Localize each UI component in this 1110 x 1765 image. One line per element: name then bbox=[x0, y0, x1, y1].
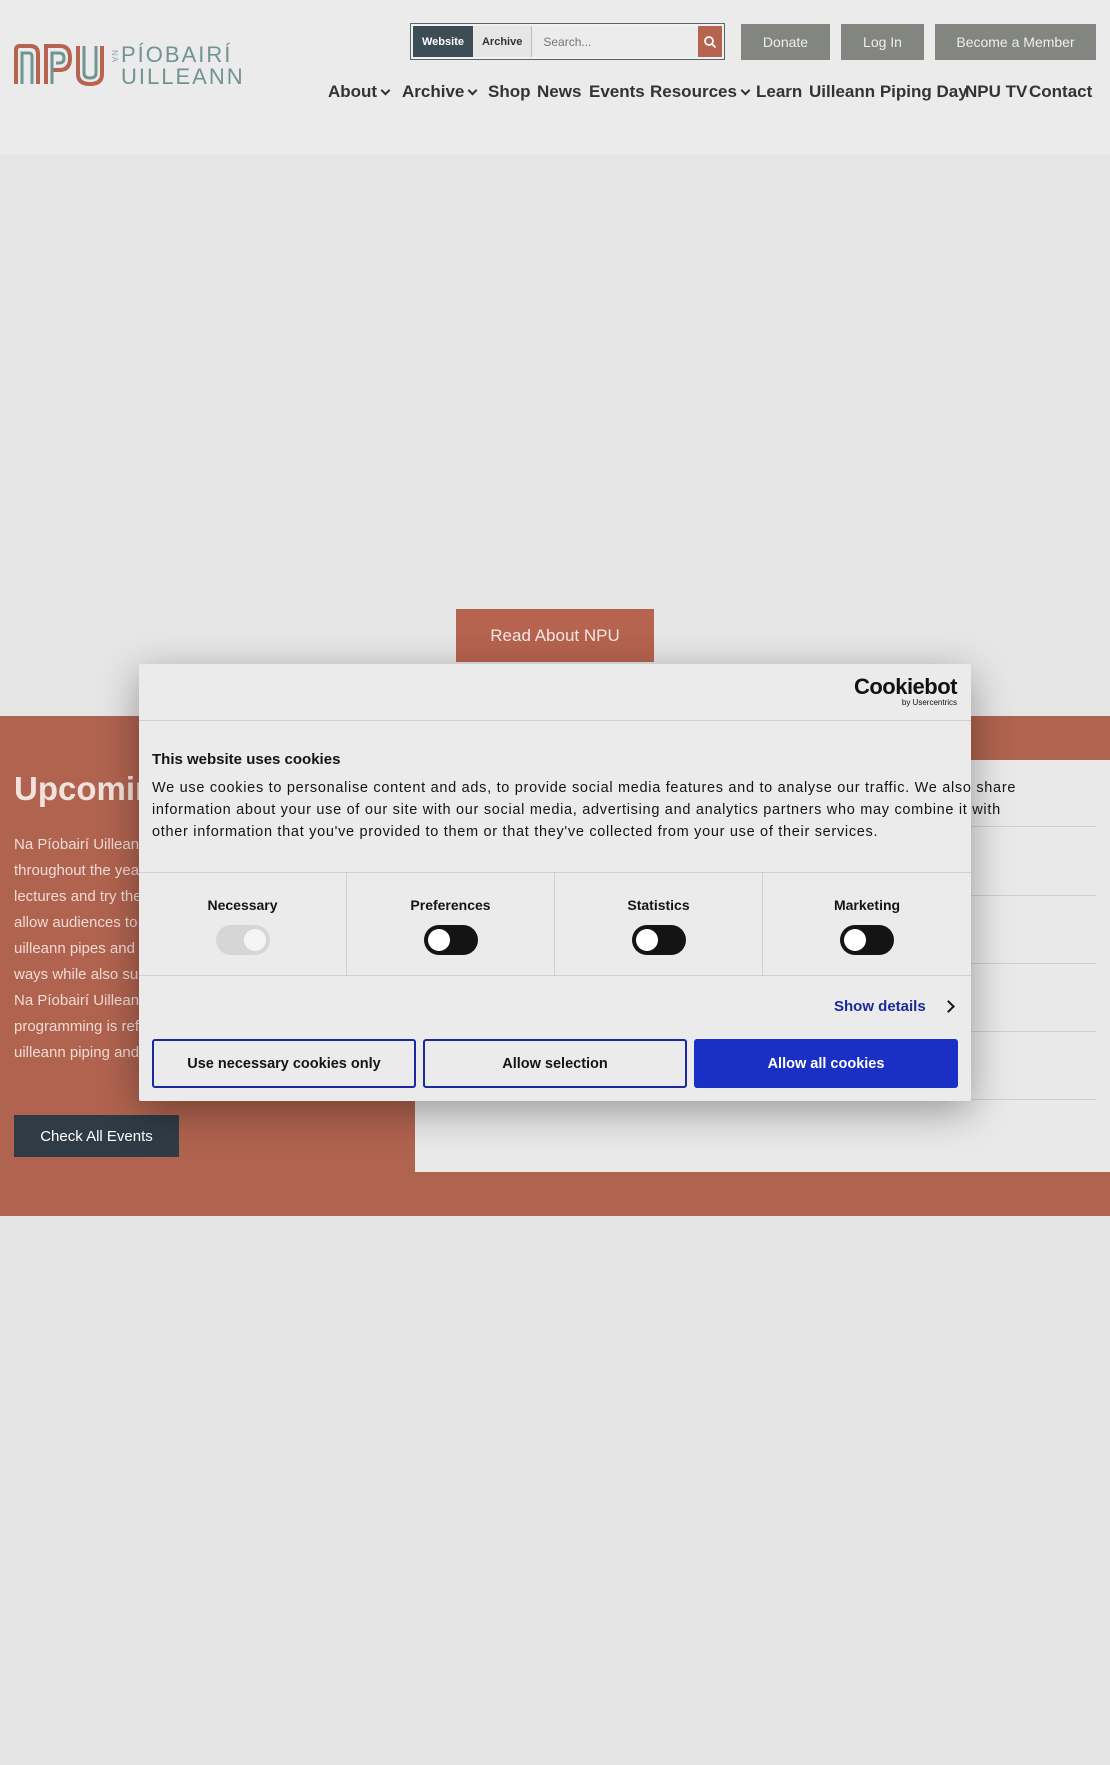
become-member-button[interactable]: Become a Member bbox=[935, 24, 1096, 60]
search-input[interactable] bbox=[532, 26, 699, 57]
category-label: Statistics bbox=[627, 897, 690, 913]
search-group: Website Archive bbox=[410, 23, 725, 60]
nav-label: News bbox=[537, 82, 582, 101]
marketing-toggle[interactable] bbox=[840, 925, 894, 955]
statistics-toggle[interactable] bbox=[631, 925, 686, 955]
login-button[interactable]: Log In bbox=[841, 24, 924, 60]
cookie-category-preferences: Preferences bbox=[347, 873, 555, 975]
npu-letters-icon bbox=[14, 44, 104, 86]
nav-label: Learn bbox=[756, 82, 803, 101]
nav-item-resources[interactable]: Resources bbox=[650, 82, 751, 102]
body-line: other information that you've provided t… bbox=[152, 824, 879, 840]
category-label: Marketing bbox=[833, 897, 901, 913]
nav-label: NPU TV bbox=[965, 82, 1028, 101]
nav-item-shop[interactable]: Shop bbox=[488, 82, 531, 102]
nav-label: Archive bbox=[402, 82, 465, 101]
nav-item-npu-tv[interactable]: NPU TV bbox=[965, 82, 1027, 102]
nav-item-about[interactable]: About bbox=[328, 82, 391, 102]
nav-label: Shop bbox=[488, 82, 531, 101]
nav-label: Uilleann Piping Day bbox=[809, 82, 968, 101]
cookie-dialog-body: We use cookies to personalise content an… bbox=[152, 777, 1017, 843]
nav-item-contact[interactable]: Contact bbox=[1029, 82, 1092, 102]
category-label: Necessary bbox=[207, 897, 278, 913]
search-icon bbox=[704, 35, 717, 48]
donate-button[interactable]: Donate bbox=[741, 24, 830, 60]
nav-label: Contact bbox=[1029, 82, 1093, 101]
cookiebot-logo: Cookiebot by Usercentrics bbox=[853, 674, 958, 708]
show-details-link[interactable]: Show details bbox=[834, 998, 955, 1015]
logo-piobairi-text: PÍOBAIRÍ bbox=[121, 42, 233, 67]
search-scope-website-tab[interactable]: Website bbox=[413, 26, 473, 57]
dialog-divider bbox=[139, 975, 971, 976]
cookie-category-marketing: Marketing bbox=[763, 873, 971, 975]
show-details-label: Show details bbox=[834, 998, 926, 1015]
cookiebot-brand-sub: by Usercentrics bbox=[901, 698, 957, 707]
use-necessary-cookies-button[interactable]: Use necessary cookies only bbox=[152, 1039, 416, 1088]
search-button[interactable] bbox=[698, 26, 722, 57]
nav-label: About bbox=[328, 82, 378, 101]
chevron-down-icon bbox=[740, 85, 751, 95]
search-scope-archive-tab[interactable]: Archive bbox=[472, 26, 533, 57]
read-about-npu-button[interactable]: Read About NPU bbox=[456, 609, 654, 662]
chevron-right-icon bbox=[941, 1000, 955, 1013]
logo-na-text: NA bbox=[110, 50, 119, 64]
body-line: We use cookies to personalise content an… bbox=[152, 780, 1017, 796]
nav-item-uilleann-piping-day[interactable]: Uilleann Piping Day bbox=[809, 82, 968, 102]
cookie-category-necessary: Necessary bbox=[139, 873, 347, 975]
cookie-dialog-title: This website uses cookies bbox=[152, 751, 341, 768]
body-line: information about your use of our site w… bbox=[152, 802, 1001, 818]
chevron-down-icon bbox=[467, 85, 478, 95]
nav-item-learn[interactable]: Learn bbox=[756, 82, 802, 102]
category-label: Preferences bbox=[410, 897, 491, 913]
nav-label: Resources bbox=[650, 82, 737, 101]
nav-item-archive[interactable]: Archive bbox=[402, 82, 478, 102]
necessary-toggle bbox=[215, 925, 270, 955]
nav-label: Events bbox=[589, 82, 645, 101]
site-header: NA PÍOBAIRÍ UILLEANN Website Archive Don… bbox=[0, 0, 1110, 155]
check-all-events-button[interactable]: Check All Events bbox=[14, 1115, 179, 1157]
chevron-down-icon bbox=[380, 85, 391, 95]
preferences-toggle[interactable] bbox=[423, 925, 478, 955]
cookiebot-brand: Cookiebot bbox=[853, 674, 958, 699]
dialog-divider bbox=[139, 720, 971, 721]
allow-selection-button[interactable]: Allow selection bbox=[423, 1039, 687, 1088]
allow-all-cookies-button[interactable]: Allow all cookies bbox=[694, 1039, 958, 1088]
nav-item-news[interactable]: News bbox=[537, 82, 581, 102]
nav-item-events[interactable]: Events bbox=[589, 82, 645, 102]
cookie-category-statistics: Statistics bbox=[555, 873, 763, 975]
main-nav: About Archive Shop News Events Resources… bbox=[0, 82, 1110, 106]
cookie-consent-dialog: Cookiebot by Usercentrics This website u… bbox=[139, 664, 1017, 1101]
